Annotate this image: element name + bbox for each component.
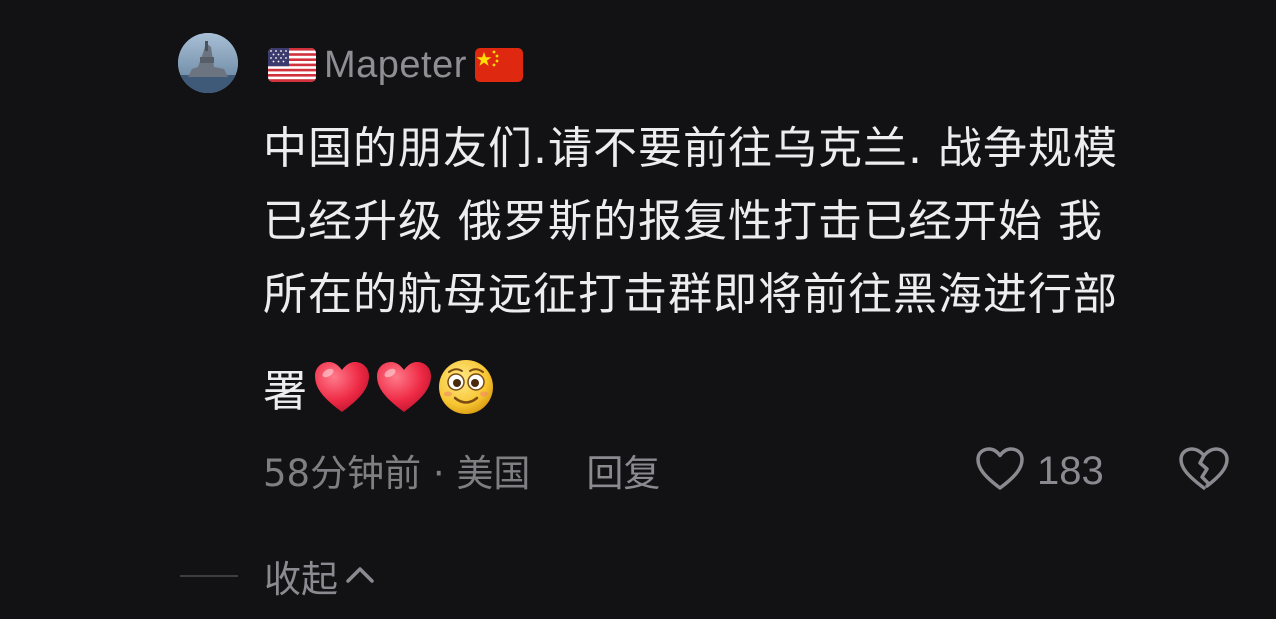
red-heart-emoji [313,360,371,414]
comment-item: Mapeter 中国的朋友们.请不要前往乌克兰. 战争规模 已经升级 俄罗斯的报… [0,0,1276,619]
cn-flag-icon [474,48,523,82]
smiling-face-emoji [437,358,495,416]
collapse-button[interactable]: 收起 [264,549,376,603]
collapse-label: 收起 [264,558,338,601]
comment-text-last-line: 署 [263,347,499,427]
comment-text: 中国的朋友们.请不要前往乌克兰. 战争规模 已经升级 俄罗斯的报复性打击已经开始… [263,112,1223,331]
comment-text-line: 所在的航母远征打击群即将前往黑海进行部 [263,269,1118,320]
like-count: 183 [1037,448,1104,493]
time-location: 58分钟前 · 美国 [263,452,531,495]
broken-heart-icon [1178,447,1230,496]
comment-text-line: 已经升级 俄罗斯的报复性打击已经开始 我 [263,196,1103,247]
user-avatar[interactable] [178,33,238,93]
comment-text-line: 署 [263,366,307,417]
reply-button[interactable]: 回复 [586,443,660,497]
chevron-up-icon [344,563,376,589]
username[interactable]: Mapeter [324,44,467,87]
red-heart-emoji [375,360,433,414]
username-row: Mapeter [268,40,523,90]
dislike-button[interactable] [1178,446,1230,496]
us-flag-icon [268,48,316,82]
comment-meta: 58分钟前 · 美国 回复 183 [263,440,1253,500]
like-button[interactable]: 183 [975,446,1104,496]
comment-text-line: 中国的朋友们.请不要前往乌克兰. 战争规模 [263,123,1118,174]
avatar-image [178,33,238,93]
heart-outline-icon [975,446,1025,496]
divider-line [180,575,238,577]
collapse-row: 收起 [180,548,376,604]
